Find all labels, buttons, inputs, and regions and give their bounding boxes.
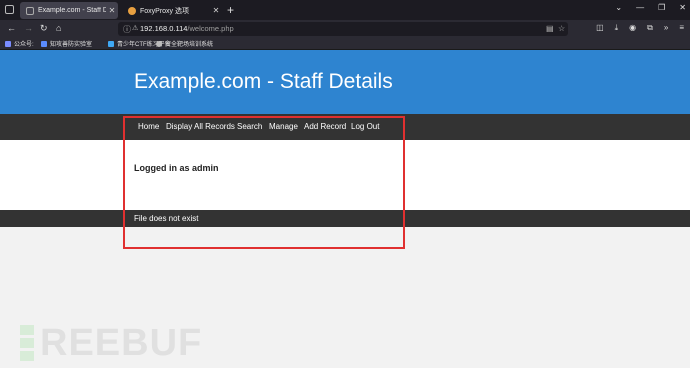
back-icon[interactable]: ← bbox=[7, 23, 16, 33]
page-title: Example.com - Staff Details bbox=[134, 70, 393, 93]
new-tab-icon[interactable]: + bbox=[227, 3, 234, 17]
extensions-icon[interactable]: ⧉ bbox=[647, 23, 653, 33]
pocket-icon[interactable]: ◫ bbox=[596, 23, 604, 33]
site-info-icon[interactable]: ⓘ bbox=[123, 24, 131, 35]
page-favicon-icon bbox=[26, 6, 34, 15]
foxyproxy-icon bbox=[128, 6, 136, 15]
toolbar-icons: ◫ ⤓ ◉ ⧉ » ≡ bbox=[596, 23, 684, 33]
close-tab-icon[interactable]: ✕ bbox=[106, 6, 118, 15]
forward-icon[interactable]: → bbox=[24, 23, 33, 33]
watermark: REEBUF bbox=[20, 322, 202, 365]
tab-title: FoxyProxy 选项 bbox=[140, 7, 190, 15]
tab-foxyproxy[interactable]: FoxyProxy 选项 ✕ bbox=[122, 2, 222, 19]
tab-staff-details[interactable]: Example.com - Staff Details - We ✕ bbox=[20, 2, 118, 19]
menu-icon[interactable]: ≡ bbox=[679, 23, 684, 33]
address-bar[interactable]: ⓘ ⚠ 192.168.0.114/welcome.php ▤ ☆ bbox=[118, 22, 568, 36]
globe-icon bbox=[156, 40, 162, 47]
downloads-icon[interactable]: ⤓ bbox=[615, 23, 619, 33]
site-header: Example.com - Staff Details bbox=[0, 50, 690, 114]
url-text[interactable]: 192.168.0.114/welcome.php bbox=[140, 24, 234, 33]
browser-nav-bar: ← → ↻ ⌂ ⓘ ⚠ 192.168.0.114/welcome.php ▤ … bbox=[0, 20, 690, 38]
bookmarks-bar: 公众号: 知攻善防实验室 青少年CTF练习平台 安全靶场培训系统 bbox=[0, 38, 690, 50]
browser-tab-bar: Example.com - Staff Details - We ✕ FoxyP… bbox=[0, 0, 690, 20]
close-window-icon[interactable]: ✕ bbox=[679, 3, 686, 12]
bookmark-icon bbox=[108, 40, 114, 47]
account-icon[interactable]: ◉ bbox=[629, 23, 636, 33]
tab-overview-icon[interactable] bbox=[5, 5, 14, 14]
reader-view-icon[interactable]: ▤ bbox=[546, 24, 554, 33]
folder-icon bbox=[5, 40, 11, 47]
tab-title: Example.com - Staff Details - We bbox=[38, 7, 106, 14]
list-tabs-icon[interactable]: ⌄ bbox=[615, 3, 622, 12]
highlight-box bbox=[123, 116, 405, 249]
restore-icon[interactable]: ❐ bbox=[658, 3, 665, 12]
window-controls: ⌄ — ❐ ✕ bbox=[615, 3, 686, 12]
not-secure-icon[interactable]: ⚠ bbox=[132, 24, 138, 32]
watermark-text: REEBUF bbox=[40, 322, 203, 364]
home-icon[interactable]: ⌂ bbox=[56, 23, 61, 33]
overflow-icon[interactable]: » bbox=[664, 23, 668, 33]
minimize-icon[interactable]: — bbox=[636, 3, 644, 12]
bookmark-star-icon[interactable]: ☆ bbox=[558, 24, 565, 33]
bookmark-icon bbox=[41, 40, 47, 47]
reload-icon[interactable]: ↻ bbox=[40, 23, 48, 34]
bookmark-wechat[interactable]: 公众号: bbox=[5, 39, 34, 48]
bookmark-range[interactable]: 安全靶场培训系统 bbox=[156, 39, 213, 48]
close-tab-icon[interactable]: ✕ bbox=[210, 6, 222, 15]
bookmark-lab[interactable]: 知攻善防实验室 bbox=[41, 39, 92, 48]
watermark-logo-icon bbox=[20, 324, 34, 363]
